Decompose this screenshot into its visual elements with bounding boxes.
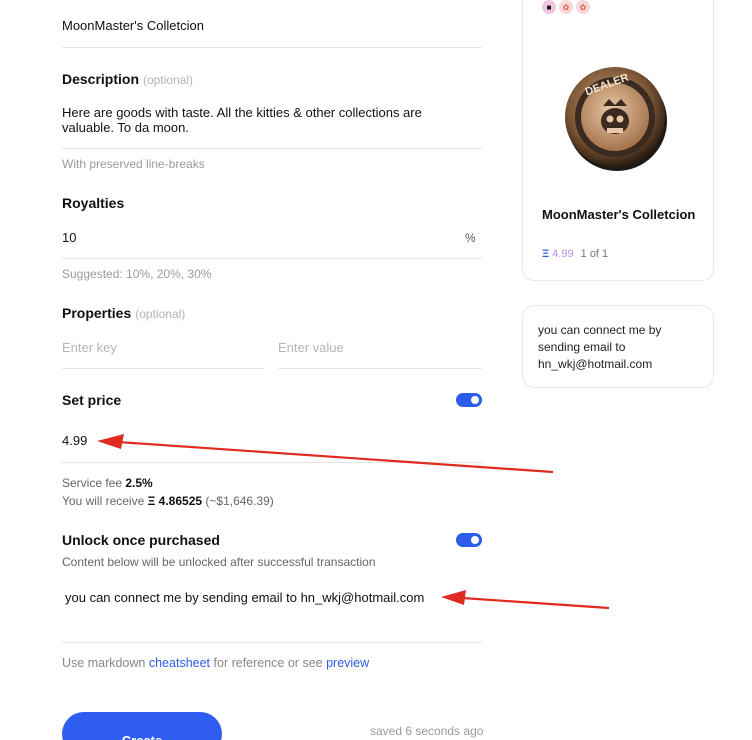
description-label: Description (optional) bbox=[62, 71, 193, 87]
markdown-hint-prefix: Use markdown bbox=[62, 656, 146, 670]
properties-label: Properties (optional) bbox=[62, 305, 185, 321]
set-price-toggle[interactable] bbox=[456, 393, 482, 407]
preview-title: MoonMaster's Colletcion bbox=[542, 207, 696, 222]
property-value-underline bbox=[278, 368, 482, 369]
collection-name-input[interactable]: MoonMaster's Colletcion bbox=[62, 18, 204, 33]
receive-value: Ξ 4.86525 bbox=[147, 494, 203, 508]
unlock-content-textarea[interactable]: you can connect me by sending email to h… bbox=[65, 590, 424, 605]
description-hint: With preserved line-breaks bbox=[62, 157, 205, 171]
preview-card[interactable]: ■ ✿ ✿ DEALER MoonMaster's Colletcion Ξ 4… bbox=[522, 0, 714, 281]
unlock-annotation-arrow-line bbox=[461, 596, 610, 610]
property-key-underline bbox=[62, 368, 265, 369]
unlock-subtitle: Content below will be unlocked after suc… bbox=[62, 555, 376, 569]
description-line-1: Here are goods with taste. All the kitti… bbox=[62, 105, 422, 120]
property-value-input[interactable]: Enter value bbox=[278, 340, 344, 355]
unlockable-preview-text: you can connect me by sending email to h… bbox=[538, 323, 662, 371]
properties-optional: (optional) bbox=[135, 307, 186, 321]
unlock-content-underline bbox=[62, 642, 482, 643]
description-label-text: Description bbox=[62, 71, 140, 87]
collection-avatar[interactable]: ✿ bbox=[559, 0, 573, 14]
owner-avatar[interactable]: ✿ bbox=[576, 0, 590, 14]
saved-status: saved 6 seconds ago bbox=[370, 724, 484, 738]
royalties-percent-unit: % bbox=[465, 231, 476, 245]
preview-link[interactable]: preview bbox=[326, 656, 369, 670]
description-underline bbox=[62, 148, 482, 149]
description-textarea[interactable]: Here are goods with taste. All the kitti… bbox=[62, 105, 482, 135]
dealer-coin-image: DEALER bbox=[565, 67, 667, 171]
price-annotation-arrowhead-icon bbox=[97, 434, 124, 449]
properties-label-text: Properties bbox=[62, 305, 132, 321]
edition-count: 1 of 1 bbox=[580, 248, 609, 260]
eth-icon: Ξ bbox=[542, 248, 550, 260]
receive-usd: (~$1,646.39) bbox=[205, 494, 274, 508]
creator-avatar[interactable]: ■ bbox=[542, 0, 556, 14]
receive-label: You will receive bbox=[62, 494, 145, 508]
set-price-label: Set price bbox=[62, 392, 122, 408]
description-line-2: valuable. To da moon. bbox=[62, 120, 189, 135]
markdown-hint-middle: for reference or see bbox=[213, 656, 323, 670]
unlockable-preview-card: you can connect me by sending email to h… bbox=[522, 305, 714, 388]
price-underline bbox=[62, 462, 482, 463]
receive-text: You will receive Ξ 4.86525 (~$1,646.39) bbox=[62, 494, 274, 508]
owner-avatars: ■ ✿ ✿ bbox=[542, 0, 590, 14]
service-fee-label: Service fee bbox=[62, 476, 123, 490]
royalties-label: Royalties bbox=[62, 195, 125, 211]
royalties-input[interactable]: 10 bbox=[62, 230, 76, 245]
preview-price-value: 4.99 bbox=[552, 248, 574, 260]
price-input[interactable]: 4.99 bbox=[62, 433, 87, 448]
preview-price: Ξ 4.99 1 of 1 bbox=[542, 248, 608, 260]
unlock-annotation-arrowhead-icon bbox=[441, 590, 466, 605]
unlock-label: Unlock once purchased bbox=[62, 532, 220, 548]
royalties-underline bbox=[62, 258, 482, 259]
description-optional: (optional) bbox=[143, 73, 194, 87]
markdown-hint: Use markdown cheatsheet for reference or… bbox=[62, 656, 369, 670]
service-fee-value: 2.5% bbox=[125, 476, 153, 490]
price-annotation-arrow-line bbox=[117, 440, 554, 474]
royalties-hint: Suggested: 10%, 20%, 30% bbox=[62, 267, 212, 281]
service-fee-text: Service fee 2.5% bbox=[62, 476, 153, 490]
name-underline bbox=[62, 47, 482, 48]
property-key-input[interactable]: Enter key bbox=[62, 340, 117, 355]
unlock-toggle[interactable] bbox=[456, 533, 482, 547]
create-button[interactable]: Create bbox=[62, 712, 222, 740]
cheatsheet-link[interactable]: cheatsheet bbox=[149, 656, 210, 670]
